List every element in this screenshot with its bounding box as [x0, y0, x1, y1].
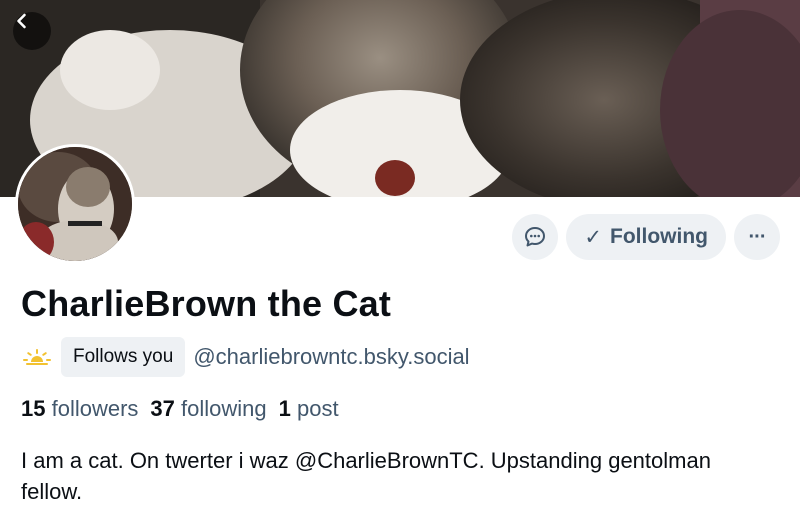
more-options-button[interactable]: ··· — [734, 214, 780, 260]
chevron-left-icon — [17, 13, 26, 29]
profile-meta: Follows you @charliebrowntc.bsky.social — [21, 337, 470, 377]
profile-handle: @charliebrowntc.bsky.social — [193, 344, 470, 369]
ellipsis-icon: ··· — [748, 225, 767, 248]
following-button-label: Following — [610, 225, 708, 248]
avatar[interactable] — [15, 144, 135, 264]
sunrise-icon[interactable] — [21, 341, 53, 373]
check-icon: ✓ — [584, 225, 603, 249]
following-link[interactable]: 37 following — [150, 396, 266, 422]
posts-stat: 1 post — [279, 396, 339, 422]
message-button[interactable] — [512, 214, 559, 260]
posts-count: 1 — [278, 396, 291, 421]
profile-bio: I am a cat. On twerter i waz @CharlieBro… — [21, 448, 711, 504]
avatar-photo — [18, 147, 132, 261]
chat-bubble-icon — [525, 227, 546, 247]
followers-link[interactable]: 15 followers — [21, 396, 138, 422]
display-name: CharlieBrown the Cat — [21, 283, 392, 324]
following-label: following — [181, 396, 267, 421]
followers-count: 15 — [21, 396, 46, 421]
profile-stats: 15 followers 37 following 1 post — [21, 396, 339, 422]
posts-label: post — [297, 396, 339, 421]
following-button[interactable]: ✓ Following — [566, 214, 726, 260]
following-count: 37 — [150, 396, 175, 421]
follows-you-badge: Follows you — [61, 337, 186, 377]
back-button[interactable] — [13, 12, 51, 50]
profile-actions: ✓ Following ··· — [512, 214, 780, 260]
followers-label: followers — [51, 396, 139, 421]
